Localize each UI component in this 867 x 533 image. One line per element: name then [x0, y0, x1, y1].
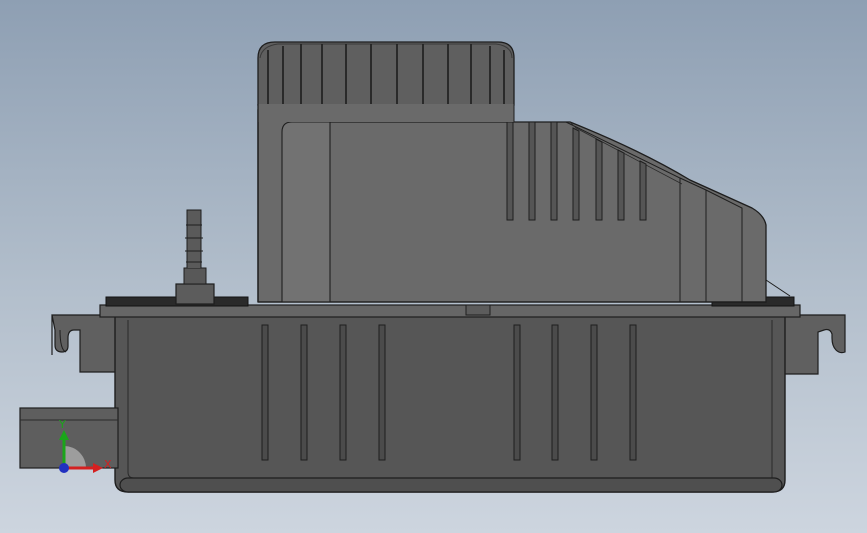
- motor-cover[interactable]: [257, 109, 791, 303]
- left-mounting-tab: [51, 314, 126, 373]
- base-top-lip: [99, 304, 801, 318]
- right-mounting-tab: [779, 314, 846, 375]
- base-housing[interactable]: [51, 304, 846, 493]
- base-body: [114, 312, 786, 493]
- pump-model-view[interactable]: Y X: [0, 0, 867, 533]
- triad-y-label: Y: [58, 418, 66, 431]
- cad-viewport[interactable]: Y X: [0, 0, 867, 533]
- hose-barb-fitting[interactable]: [175, 209, 215, 305]
- triad-x-label: X: [104, 458, 112, 471]
